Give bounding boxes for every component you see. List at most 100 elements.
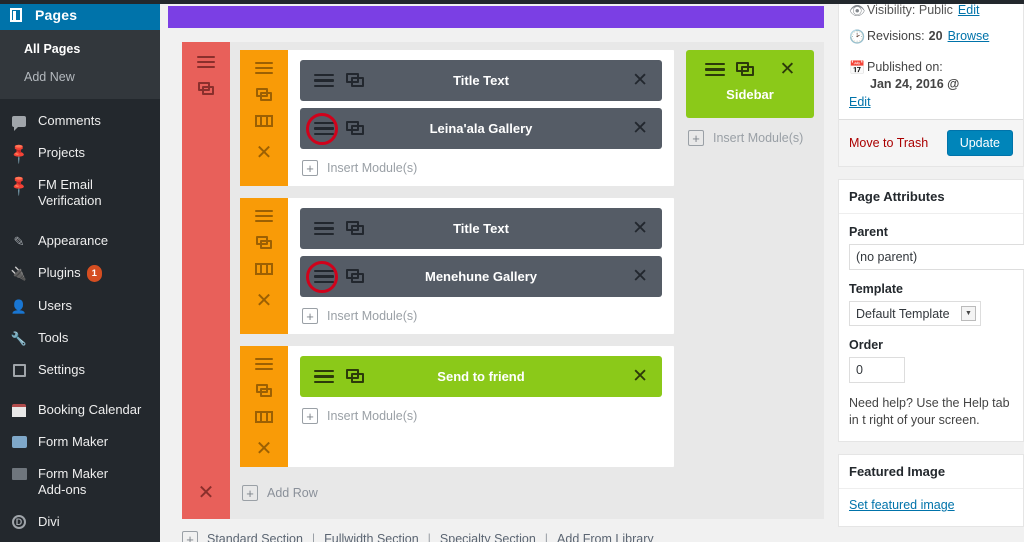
columns-icon[interactable] <box>255 411 273 423</box>
clone-icon[interactable] <box>255 236 273 249</box>
insert-modules-label: Insert Module(s) <box>327 161 418 175</box>
sidebar-item-pages[interactable]: Pages <box>0 0 168 30</box>
close-icon[interactable]: ✕ <box>198 483 215 503</box>
plug-icon: 🔌 <box>10 265 28 281</box>
builder-module[interactable]: Leina'ala Gallery ✕ <box>300 108 662 149</box>
sidebar-item-users[interactable]: 👤 Users <box>0 290 160 322</box>
close-icon[interactable]: ✕ <box>780 60 796 79</box>
visibility-edit-link[interactable]: Edit <box>958 4 980 19</box>
close-icon[interactable]: ✕ <box>632 267 648 286</box>
order-input[interactable]: 0 <box>849 357 905 383</box>
insert-modules-button[interactable]: + Insert Module(s) <box>686 126 814 148</box>
settings-hamburger-icon[interactable] <box>255 358 273 370</box>
builder-module-sidebar[interactable]: ✕ Sidebar <box>686 50 814 118</box>
builder-module[interactable]: Menehune Gallery ✕ <box>300 256 662 297</box>
clone-icon[interactable] <box>346 269 365 284</box>
template-label: Template <box>849 282 903 296</box>
close-icon[interactable]: ✕ <box>256 291 273 311</box>
submenu-item-all-pages[interactable]: All Pages <box>0 36 160 64</box>
clone-icon[interactable] <box>197 82 215 95</box>
settings-hamburger-icon[interactable] <box>314 370 334 383</box>
standard-section-link[interactable]: Standard Section <box>207 532 303 542</box>
insert-modules-button[interactable]: + Insert Module(s) <box>300 304 662 326</box>
sidebar-item-tools[interactable]: 🔧 Tools <box>0 322 160 354</box>
parent-select[interactable]: (no parent) <box>849 244 1024 270</box>
close-icon[interactable]: ✕ <box>632 119 648 138</box>
update-button[interactable]: Update <box>946 130 1013 156</box>
move-to-trash-link[interactable]: Move to Trash <box>849 136 928 150</box>
close-icon[interactable]: ✕ <box>256 143 273 163</box>
revisions-browse-link[interactable]: Browse <box>948 28 990 45</box>
clock-icon: 🕑 <box>849 29 866 44</box>
divi-builder-canvas: ✕ ✕ Title Text ✕ Leina'ala Gallery ✕ + I… <box>182 42 824 519</box>
close-icon[interactable]: ✕ <box>632 71 648 90</box>
sidebar-item-settings[interactable]: Settings <box>0 354 160 386</box>
close-icon[interactable]: ✕ <box>256 439 273 459</box>
revisions-row: 🕑 Revisions: 20 Browse <box>839 21 1023 52</box>
settings-hamburger-icon[interactable] <box>255 210 273 222</box>
sidebar-item-label: Plugins <box>38 265 81 280</box>
settings-hamburger-icon[interactable] <box>255 62 273 74</box>
submenu-item-add-new[interactable]: Add New <box>0 64 160 92</box>
sidebar-item-projects[interactable]: 📌 Projects <box>0 137 160 169</box>
add-from-library-link[interactable]: Add From Library <box>557 532 654 542</box>
sidebar-menu-list: Comments 📌 Projects 📌 FM Email Verificat… <box>0 99 160 542</box>
clone-icon[interactable] <box>346 369 365 384</box>
divider: | <box>427 532 431 542</box>
builder-module[interactable]: Send to friend ✕ <box>300 356 662 397</box>
page-attributes-help: Need help? Use the Help tab in t right o… <box>849 396 1010 427</box>
sidebar-item-appearance[interactable]: ✎ Appearance <box>0 225 160 257</box>
sidebar-item-divi[interactable]: D Divi <box>0 506 160 538</box>
sidebar-item-label: Comments <box>38 113 101 128</box>
clone-icon[interactable] <box>255 384 273 397</box>
revisions-count: 20 <box>928 29 943 43</box>
sidebar-item-label-pages: Pages <box>35 7 78 23</box>
close-icon[interactable]: ✕ <box>632 367 648 386</box>
columns-icon[interactable] <box>255 263 273 275</box>
sidebar-divider <box>0 217 160 225</box>
settings-hamburger-icon[interactable] <box>314 270 334 283</box>
settings-hamburger-icon[interactable] <box>197 56 215 68</box>
insert-modules-button[interactable]: + Insert Module(s) <box>300 404 662 426</box>
clone-icon[interactable] <box>346 121 365 136</box>
settings-hamburger-icon[interactable] <box>314 122 334 135</box>
visibility-row: 👁 Visibility: Public Edit <box>839 4 1023 21</box>
fullwidth-section-link[interactable]: Fullwidth Section <box>324 532 419 542</box>
set-featured-image-link[interactable]: Set featured image <box>849 498 955 512</box>
sidebar-item-comments[interactable]: Comments <box>0 105 160 137</box>
module-title: Sidebar <box>726 87 774 102</box>
builder-module[interactable]: Title Text ✕ <box>300 60 662 101</box>
calendar-icon: 📅 <box>849 60 866 75</box>
sidebar-item-form-maker[interactable]: Form Maker <box>0 426 160 458</box>
columns-icon[interactable] <box>255 115 273 127</box>
builder-main-area: ✕ ✕ Title Text ✕ Leina'ala Gallery ✕ + I… <box>160 4 832 542</box>
revisions-label: Revisions: <box>867 29 925 43</box>
page-attributes-box: Page Attributes Parent (no parent) Templ… <box>838 179 1024 442</box>
builder-module[interactable]: Title Text ✕ <box>300 208 662 249</box>
sidebar-item-plugins[interactable]: 🔌 Plugins 1 <box>0 257 160 290</box>
settings-hamburger-icon[interactable] <box>314 222 334 235</box>
clone-icon[interactable] <box>255 88 273 101</box>
specialty-section-link[interactable]: Specialty Section <box>440 532 536 542</box>
divi-icon: D <box>9 514 29 530</box>
close-icon[interactable]: ✕ <box>632 219 648 238</box>
page-attributes-heading: Page Attributes <box>839 180 1023 214</box>
sidebar-item-label: Tools <box>38 330 69 345</box>
settings-hamburger-icon[interactable] <box>314 74 334 87</box>
sidebar-item-booking-calendar[interactable]: Booking Calendar <box>0 394 160 426</box>
clone-icon[interactable] <box>346 73 365 88</box>
settings-hamburger-icon[interactable] <box>704 63 725 76</box>
published-edit-link[interactable]: Edit <box>849 95 871 109</box>
clone-icon[interactable] <box>735 62 755 77</box>
clone-icon[interactable] <box>346 221 365 236</box>
sidebar-item-fm-email-verification[interactable]: 📌 FM Email Verification <box>0 169 160 217</box>
row-controls: ✕ <box>240 346 288 467</box>
sidebar-item-label: Divi <box>38 514 60 529</box>
insert-modules-button[interactable]: + Insert Module(s) <box>300 156 662 178</box>
divi-builder-header <box>168 6 824 28</box>
row-body: Send to friend ✕ + Insert Module(s) <box>288 346 674 467</box>
template-select[interactable]: Default Template ▼ <box>849 301 981 326</box>
parent-label: Parent <box>849 225 888 239</box>
sidebar-item-form-maker-addons[interactable]: Form Maker Add-ons <box>0 458 160 506</box>
add-row-button[interactable]: + Add Row <box>240 479 674 511</box>
